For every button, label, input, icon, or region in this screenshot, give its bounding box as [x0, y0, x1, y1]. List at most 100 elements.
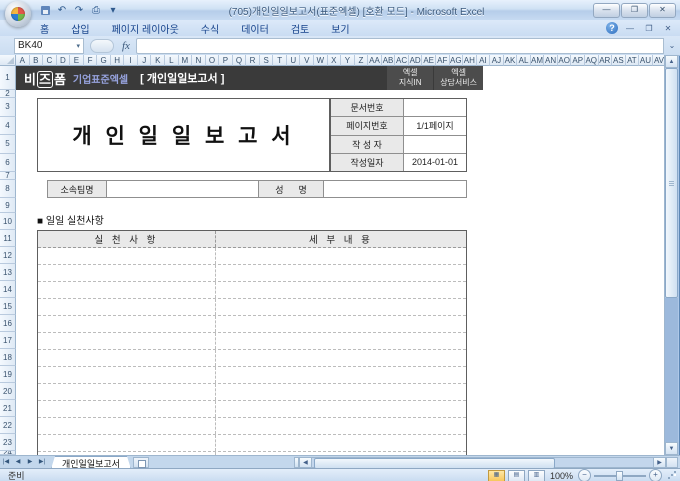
column-header[interactable]: AL [517, 55, 531, 66]
ribbon-tab[interactable]: 데이터 [231, 20, 279, 37]
practice-item-cell[interactable] [38, 265, 216, 281]
row-header[interactable]: 20 [0, 383, 16, 400]
detail-cell[interactable] [216, 316, 466, 332]
column-header[interactable]: AP [571, 55, 585, 66]
detail-cell[interactable] [216, 350, 466, 366]
table-row[interactable] [38, 333, 466, 350]
scroll-right-button[interactable]: ▶ [653, 457, 666, 468]
column-header[interactable]: Q [233, 55, 247, 66]
row-header[interactable]: 8 [0, 180, 16, 198]
excel-jisikin-button[interactable]: 엑셀지식IN [387, 66, 433, 90]
column-header[interactable]: I [124, 55, 138, 66]
row-header[interactable]: 1 [0, 66, 16, 90]
column-header[interactable]: AN [544, 55, 558, 66]
table-row[interactable] [38, 248, 466, 265]
column-header[interactable]: AU [639, 55, 653, 66]
table-row[interactable] [38, 299, 466, 316]
row-header[interactable]: 22 [0, 417, 16, 434]
column-header[interactable]: D [57, 55, 71, 66]
scroll-down-button[interactable]: ▼ [665, 442, 678, 455]
column-header[interactable]: U [287, 55, 301, 66]
column-header[interactable]: O [206, 55, 220, 66]
detail-cell[interactable] [216, 435, 466, 451]
column-header[interactable]: AF [436, 55, 450, 66]
detail-cell[interactable] [216, 333, 466, 349]
ribbon-tab[interactable]: 수식 [191, 20, 229, 37]
row-header[interactable]: 19 [0, 366, 16, 383]
column-header[interactable]: Z [355, 55, 369, 66]
scroll-up-button[interactable]: ▲ [665, 55, 678, 68]
vertical-scrollbar-track[interactable] [665, 298, 678, 442]
row-header[interactable]: 21 [0, 400, 16, 417]
column-header[interactable]: V [300, 55, 314, 66]
row-header[interactable]: 17 [0, 332, 16, 349]
column-header[interactable]: AE [422, 55, 436, 66]
redo-button[interactable]: ↷ [72, 3, 86, 17]
insert-function-button[interactable]: fx [122, 40, 130, 52]
row-header[interactable]: 3 [0, 98, 16, 117]
row-header[interactable]: 13 [0, 264, 16, 281]
table-row[interactable] [38, 367, 466, 384]
scroll-left-button[interactable]: ◀ [299, 457, 312, 468]
column-header[interactable]: J [138, 55, 152, 66]
row-header[interactable]: 10 [0, 213, 16, 230]
page-break-view-button[interactable]: ▥ [528, 470, 545, 481]
person-name-value-cell[interactable] [324, 181, 466, 197]
detail-cell[interactable] [216, 299, 466, 315]
horizontal-scrollbar-track[interactable] [312, 457, 653, 468]
column-header[interactable]: AQ [585, 55, 599, 66]
practice-item-cell[interactable] [38, 435, 216, 451]
column-header[interactable]: P [219, 55, 233, 66]
practice-item-cell[interactable] [38, 282, 216, 298]
column-header[interactable]: W [314, 55, 328, 66]
resize-grip[interactable] [667, 471, 676, 480]
info-value-cell[interactable]: 1/1페이지 [404, 117, 466, 134]
row-header[interactable]: 14 [0, 281, 16, 298]
detail-cell[interactable] [216, 248, 466, 264]
close-button[interactable]: ✕ [649, 3, 676, 18]
practice-item-cell[interactable] [38, 333, 216, 349]
column-header[interactable]: AC [395, 55, 409, 66]
first-sheet-button[interactable]: |◀ [0, 457, 12, 468]
column-header[interactable]: E [70, 55, 84, 66]
insert-worksheet-button[interactable] [133, 457, 149, 468]
info-value-cell[interactable]: 2014-01-01 [404, 154, 466, 171]
table-row[interactable] [38, 401, 466, 418]
column-header[interactable]: AG [450, 55, 464, 66]
worksheet[interactable]: 비즈폼 기업표준엑셀 [ 개인일일보고서 ] 엑셀지식IN 엑셀상담서비스 개 … [16, 66, 664, 455]
column-header[interactable]: AJ [490, 55, 504, 66]
column-header[interactable]: M [179, 55, 193, 66]
column-header[interactable]: S [260, 55, 274, 66]
zoom-slider[interactable] [594, 475, 646, 477]
next-sheet-button[interactable]: ▶ [24, 457, 36, 468]
vertical-scrollbar[interactable]: ▲ ▼ [664, 55, 678, 455]
ribbon-tab[interactable]: 검토 [281, 20, 319, 37]
practice-item-cell[interactable] [38, 384, 216, 400]
table-row[interactable] [38, 350, 466, 367]
workbook-minimize-button[interactable]: — [623, 24, 637, 33]
detail-cell[interactable] [216, 282, 466, 298]
row-header[interactable]: 7 [0, 172, 16, 180]
column-header[interactable]: AB [382, 55, 396, 66]
column-header[interactable]: AT [626, 55, 640, 66]
column-header[interactable]: AV [653, 55, 664, 66]
minimize-button[interactable]: — [593, 3, 620, 18]
ribbon-tab[interactable]: 보기 [321, 20, 359, 37]
row-header[interactable]: 9 [0, 198, 16, 213]
practice-item-cell[interactable] [38, 418, 216, 434]
column-header[interactable]: B [30, 55, 44, 66]
column-header[interactable]: A [16, 55, 30, 66]
column-header[interactable]: Y [341, 55, 355, 66]
row-header[interactable]: 23 [0, 434, 16, 451]
row-header[interactable]: 5 [0, 135, 16, 154]
last-sheet-button[interactable]: ▶| [36, 457, 48, 468]
column-header[interactable]: K [151, 55, 165, 66]
row-header[interactable]: 18 [0, 349, 16, 366]
detail-cell[interactable] [216, 418, 466, 434]
table-row[interactable] [38, 265, 466, 282]
zoom-in-button[interactable]: + [649, 469, 662, 481]
practice-item-cell[interactable] [38, 248, 216, 264]
column-header[interactable]: AI [477, 55, 491, 66]
qat-customize-button[interactable]: ▾ [106, 3, 120, 17]
column-header[interactable]: AH [463, 55, 477, 66]
